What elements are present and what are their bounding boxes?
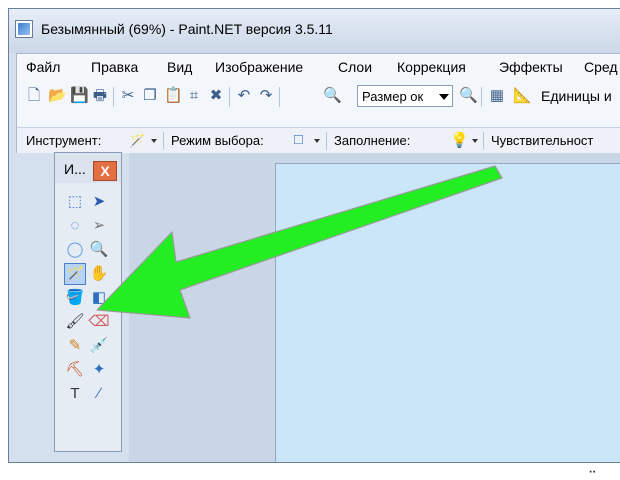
arrow-shape bbox=[96, 165, 503, 319]
green-arrow-annotation bbox=[96, 165, 503, 319]
resize-grip-icon: ⠒ bbox=[588, 466, 597, 480]
